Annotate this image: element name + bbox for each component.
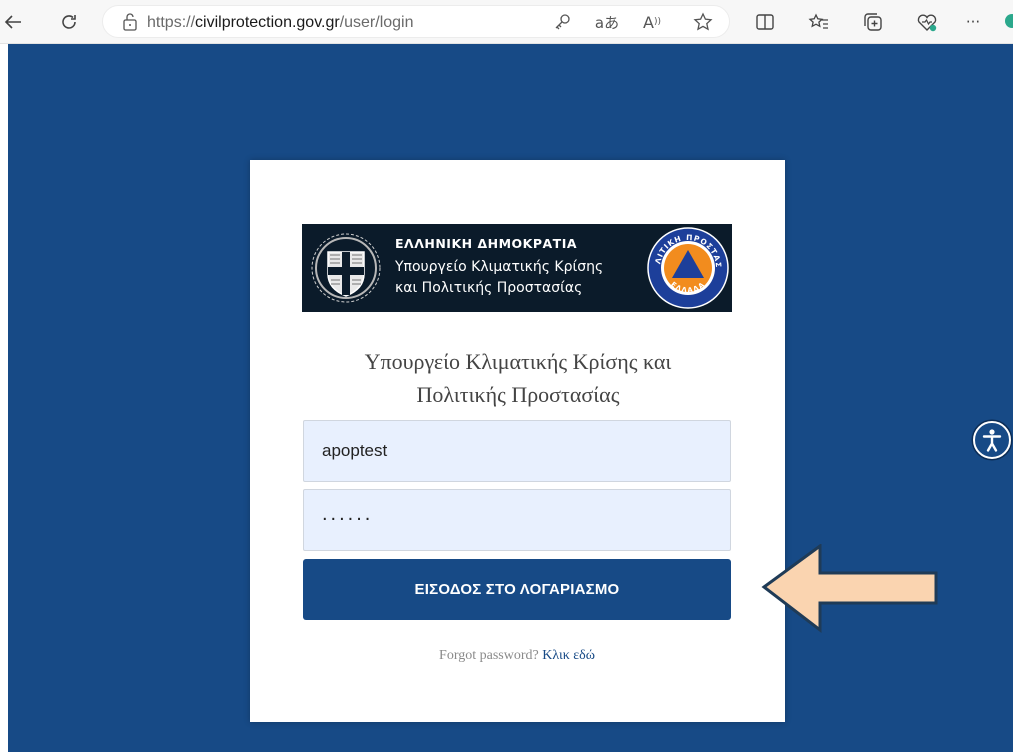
banner-ministry-text-2: και Πολιτικής Προστασίας [395, 280, 583, 296]
back-icon[interactable] [2, 7, 24, 37]
collections-icon[interactable] [860, 7, 886, 37]
window-edge [0, 44, 8, 752]
site-info-icon[interactable] [121, 7, 139, 37]
address-bar[interactable]: https://civilprotection.gov.gr/user/logi… [102, 5, 730, 38]
read-aloud-icon[interactable]: A)) [639, 7, 665, 37]
annotation-arrow [761, 544, 938, 634]
split-screen-icon[interactable] [752, 7, 778, 37]
refresh-icon[interactable] [56, 7, 82, 37]
login-button[interactable]: ΕΙΣΟΔΟΣ ΣΤΟ ΛΟΓΑΡΙΑΣΜΟ [303, 559, 731, 620]
page-title: Υπουργείο Κλιματικής Κρίσης και Πολιτική… [303, 345, 733, 411]
forgot-password-link[interactable]: Κλικ εδώ [542, 648, 595, 663]
username-value: apoptest [322, 441, 388, 460]
banner-ministry-text: Υπουργείο Κλιματικής Κρίσης [395, 259, 604, 275]
edge-copilot-icon[interactable] [1005, 14, 1013, 28]
forgot-password-text: Forgot password? [439, 648, 539, 663]
browser-essentials-icon[interactable] [914, 7, 940, 37]
url-text: https://civilprotection.gov.gr/user/logi… [147, 14, 414, 31]
login-button-label: ΕΙΣΟΔΟΣ ΣΤΟ ΛΟΓΑΡΙΑΣΜΟ [414, 581, 620, 598]
translate-icon[interactable]: aあ [593, 7, 621, 37]
forgot-password: Forgot password? Κλικ εδώ [303, 648, 731, 664]
banner-republic-text: ΕΛΛΗΝΙΚΗ ΔΗΜΟΚΡΑΤΙΑ [395, 236, 578, 251]
password-input[interactable]: ...... [303, 489, 731, 551]
greek-coat-of-arms-icon [311, 233, 381, 303]
page-title-line2: Πολιτικής Προστασίας [416, 382, 620, 407]
browser-toolbar: https://civilprotection.gov.gr/user/logi… [0, 0, 1013, 44]
password-mask: ...... [322, 503, 374, 525]
username-input[interactable]: apoptest [303, 420, 731, 482]
accessibility-button[interactable] [973, 421, 1011, 459]
favorites-icon[interactable] [806, 7, 832, 37]
password-key-icon[interactable] [551, 7, 573, 37]
favorite-star-icon[interactable] [691, 7, 715, 37]
page-title-line1: Υπουργείο Κλιματικής Κρίσης και [364, 349, 672, 374]
accessibility-icon [982, 429, 1002, 452]
ministry-banner: ΕΛΛΗΝΙΚΗ ΔΗΜΟΚΡΑΤΙΑ Υπουργείο Κλιματικής… [302, 224, 732, 312]
more-options-icon[interactable]: ··· [962, 7, 984, 37]
civil-protection-seal-icon: ΠΟΛΙΤΙΚΗ ΠΡΟΣΤΑΣΙΑ ΕΛΛΑΔΑ [646, 226, 729, 309]
